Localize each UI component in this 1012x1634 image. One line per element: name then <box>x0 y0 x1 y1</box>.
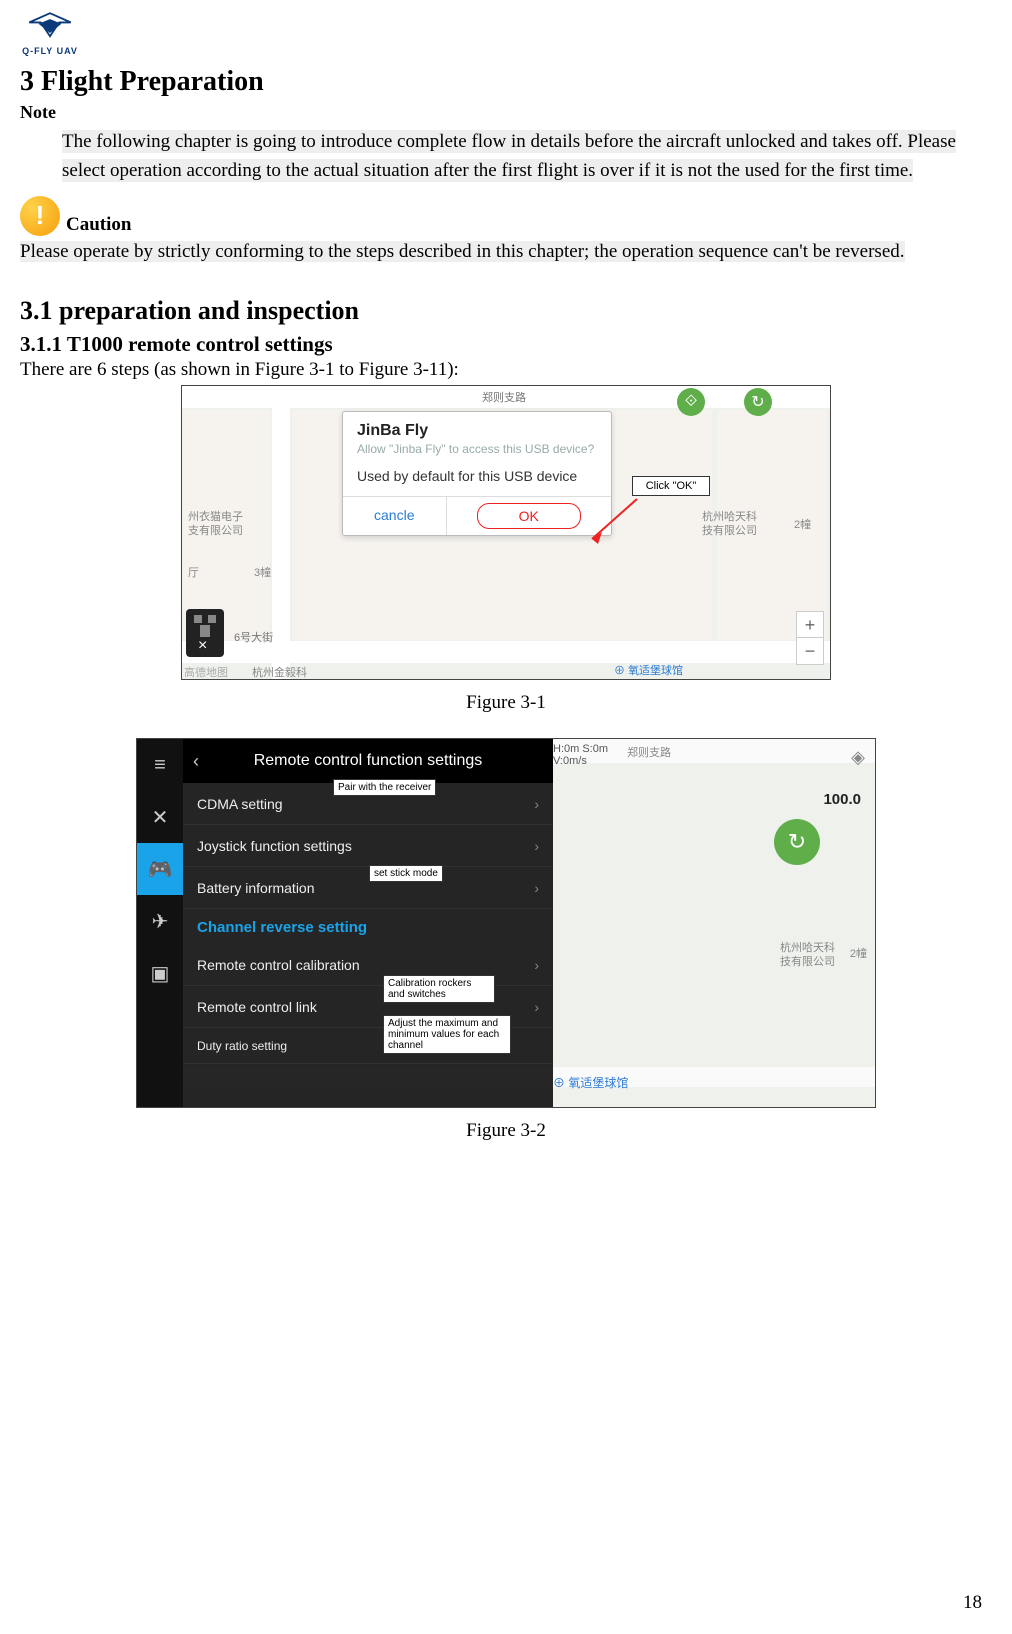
chevron-right-icon: › <box>534 880 539 896</box>
menu-section-channel-reverse: Channel reverse setting <box>183 909 553 944</box>
callout-pair: Pair with the receiver <box>333 779 436 796</box>
callout-adjust: Adjust the maximum and minimum values fo… <box>383 1015 511 1054</box>
map-poi: 技有限公司 <box>702 522 757 538</box>
wifi-icon: ◈ <box>851 747 865 768</box>
settings-sidebar: ≡ ✕ 🎮 ✈ ▣ <box>137 739 183 1107</box>
map-poi: 支有限公司 <box>188 522 243 538</box>
drone-logo-icon <box>27 10 73 44</box>
sidebar-item-remote[interactable]: 🎮 <box>137 843 183 895</box>
menu-item-battery[interactable]: Battery information› <box>183 867 553 909</box>
subsection-3-1-1: 3.1.1 T1000 remote control settings <box>20 332 992 357</box>
caution-label: Caution <box>66 214 131 236</box>
sidebar-item-spray[interactable]: ▣ <box>137 947 183 999</box>
figure-3-2: 郑则支路 杭州哈天科 技有限公司 2幢 ⊕ 氧适堡球馆 ≡ ✕ 🎮 ✈ ▣ ‹ … <box>136 738 876 1108</box>
subsection-3-1: 3.1 preparation and inspection <box>20 296 992 326</box>
map-poi: 杭州金毅科 <box>252 664 307 680</box>
zoom-out-button[interactable]: − <box>797 638 823 664</box>
zoom-in-button[interactable]: + <box>797 612 823 638</box>
flight-stats: H:0m S:0m V:0m/s <box>553 743 608 767</box>
figure-3-1: 郑则支路 州衣猫电子 支有限公司 厅 3幢 杭州哈天科 技有限公司 2幢 6号大… <box>181 385 831 680</box>
cancel-button[interactable]: cancle <box>343 497 447 535</box>
map-poi: 3幢 <box>254 564 271 580</box>
menu-title: Remote control function settings <box>254 752 483 770</box>
usb-permission-dialog: JinBa Fly Allow "Jinba Fly" to access th… <box>342 411 612 536</box>
map-poi: ⊕ 氧适堡球馆 <box>614 662 683 678</box>
percentage-value: 100.0 <box>823 791 861 808</box>
usb-device-icon <box>186 609 224 657</box>
menu-header: ‹ Remote control function settings <box>183 739 553 783</box>
brand-text: Q-FLY UAV <box>22 46 78 56</box>
dialog-title: JinBa Fly <box>357 422 597 440</box>
dialog-subtitle: Allow "Jinba Fly" to access this USB dev… <box>357 442 597 456</box>
note-body: The following chapter is going to introd… <box>62 127 992 186</box>
zoom-control[interactable]: + − <box>796 611 824 665</box>
ok-button[interactable]: OK <box>477 503 582 529</box>
map-road-label: 6号大街 <box>234 629 273 645</box>
sidebar-item-general[interactable]: ≡ <box>137 739 183 791</box>
chevron-right-icon: › <box>534 999 539 1015</box>
page-number: 18 <box>963 1592 982 1614</box>
brand-logo: Q-FLY UAV <box>20 10 80 56</box>
caution-body: Please operate by strictly conforming to… <box>20 238 992 267</box>
figure-3-2-caption: Figure 3-2 <box>20 1120 992 1142</box>
callout-click-ok: Click "OK" <box>632 476 710 496</box>
chevron-right-icon: › <box>534 796 539 812</box>
map-poi: ⊕ 氧适堡球馆 <box>553 1074 628 1091</box>
menu-item-joystick[interactable]: Joystick function settings› <box>183 825 553 867</box>
back-icon[interactable]: ‹ <box>193 751 199 772</box>
menu-item-calibration[interactable]: Remote control calibration› <box>183 944 553 986</box>
chevron-right-icon: › <box>534 838 539 854</box>
sidebar-item-aircraft[interactable]: ✕ <box>137 791 183 843</box>
figure-3-1-caption: Figure 3-1 <box>20 692 992 714</box>
callout-calibration: Calibration rockers and switches <box>383 975 495 1003</box>
section-title: 3 Flight Preparation <box>20 66 992 98</box>
map-road-label: 郑则支路 <box>482 389 526 405</box>
sidebar-item-flight[interactable]: ✈ <box>137 895 183 947</box>
dialog-message: Used by default for this USB device <box>343 460 611 496</box>
intro-text: There are 6 steps (as shown in Figure 3-… <box>20 359 992 381</box>
caution-icon: ! <box>20 196 60 236</box>
map-poi: 厅 <box>188 564 199 580</box>
map-watermark: 高德地图 <box>184 664 228 680</box>
note-label: Note <box>20 102 992 123</box>
caution-row: ! Caution <box>20 196 992 236</box>
chevron-right-icon: › <box>534 957 539 973</box>
callout-stick: set stick mode <box>369 865 443 882</box>
map-poi: 2幢 <box>794 516 811 532</box>
arrow-icon <box>582 494 642 544</box>
